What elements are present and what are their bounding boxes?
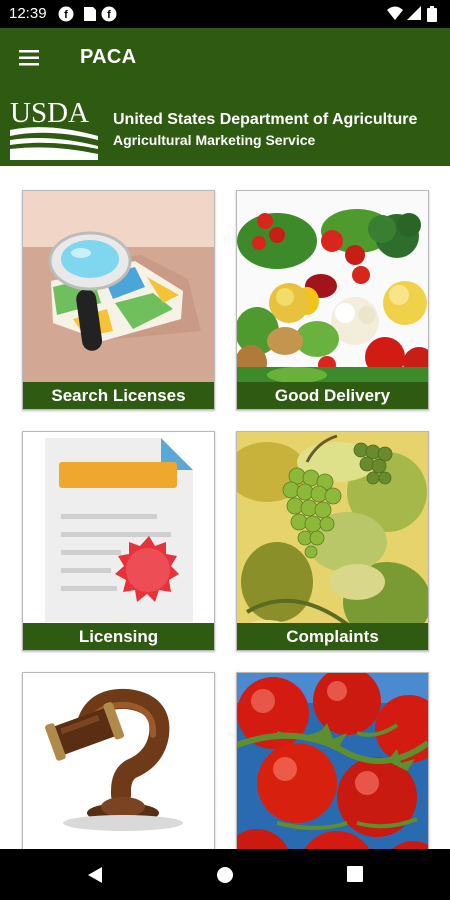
usda-logo-text: USDA [10,97,89,129]
back-icon [88,867,102,883]
status-bar: 12:39 f f [0,0,450,28]
svg-text:f: f [107,9,111,21]
tile-label-complaints: Complaints [237,623,428,650]
home-button[interactable] [215,865,235,885]
licensing-tile[interactable]: Licensing [22,431,215,651]
tile-label-good-delivery: Good Delivery [237,382,428,409]
good-delivery-tile[interactable]: Good Delivery [236,190,429,410]
status-notification-icons: f f [58,6,117,22]
vegetables-image [237,191,428,409]
agency-banner: USDA United States Department of Agricul… [0,88,450,166]
grapes-image [237,432,428,650]
menu-button[interactable] [14,44,44,72]
recents-icon [347,866,363,882]
recents-button[interactable] [346,865,364,883]
tile-label-search-licenses: Search Licenses [23,382,214,409]
sd-card-icon [84,7,96,21]
svg-text:f: f [64,9,68,21]
complaints-tile[interactable]: Complaints [236,431,429,651]
battery-icon [427,6,437,22]
agency-service-name: Agricultural Marketing Service [113,132,316,148]
f-icon: f [101,6,117,22]
status-time: 12:39 [9,5,47,22]
home-icon [217,867,233,883]
app-bar: PACA [0,28,450,88]
status-system-icons [387,6,437,22]
hamburger-menu-icon [19,50,39,66]
tile-label-licensing: Licensing [23,623,214,650]
f-icon: f [58,6,74,22]
back-button[interactable] [86,865,104,885]
usda-logo: USDA [10,97,98,160]
wifi-icon [387,6,403,20]
magnifier-map-icon [23,191,214,409]
agency-name: United States Department of Agriculture [113,111,418,128]
app-title: PACA [80,46,137,68]
search-licenses-tile[interactable]: Search Licenses [22,190,215,410]
certificate-icon [23,432,214,650]
system-nav-bar [0,849,450,900]
signal-icon [407,6,421,20]
